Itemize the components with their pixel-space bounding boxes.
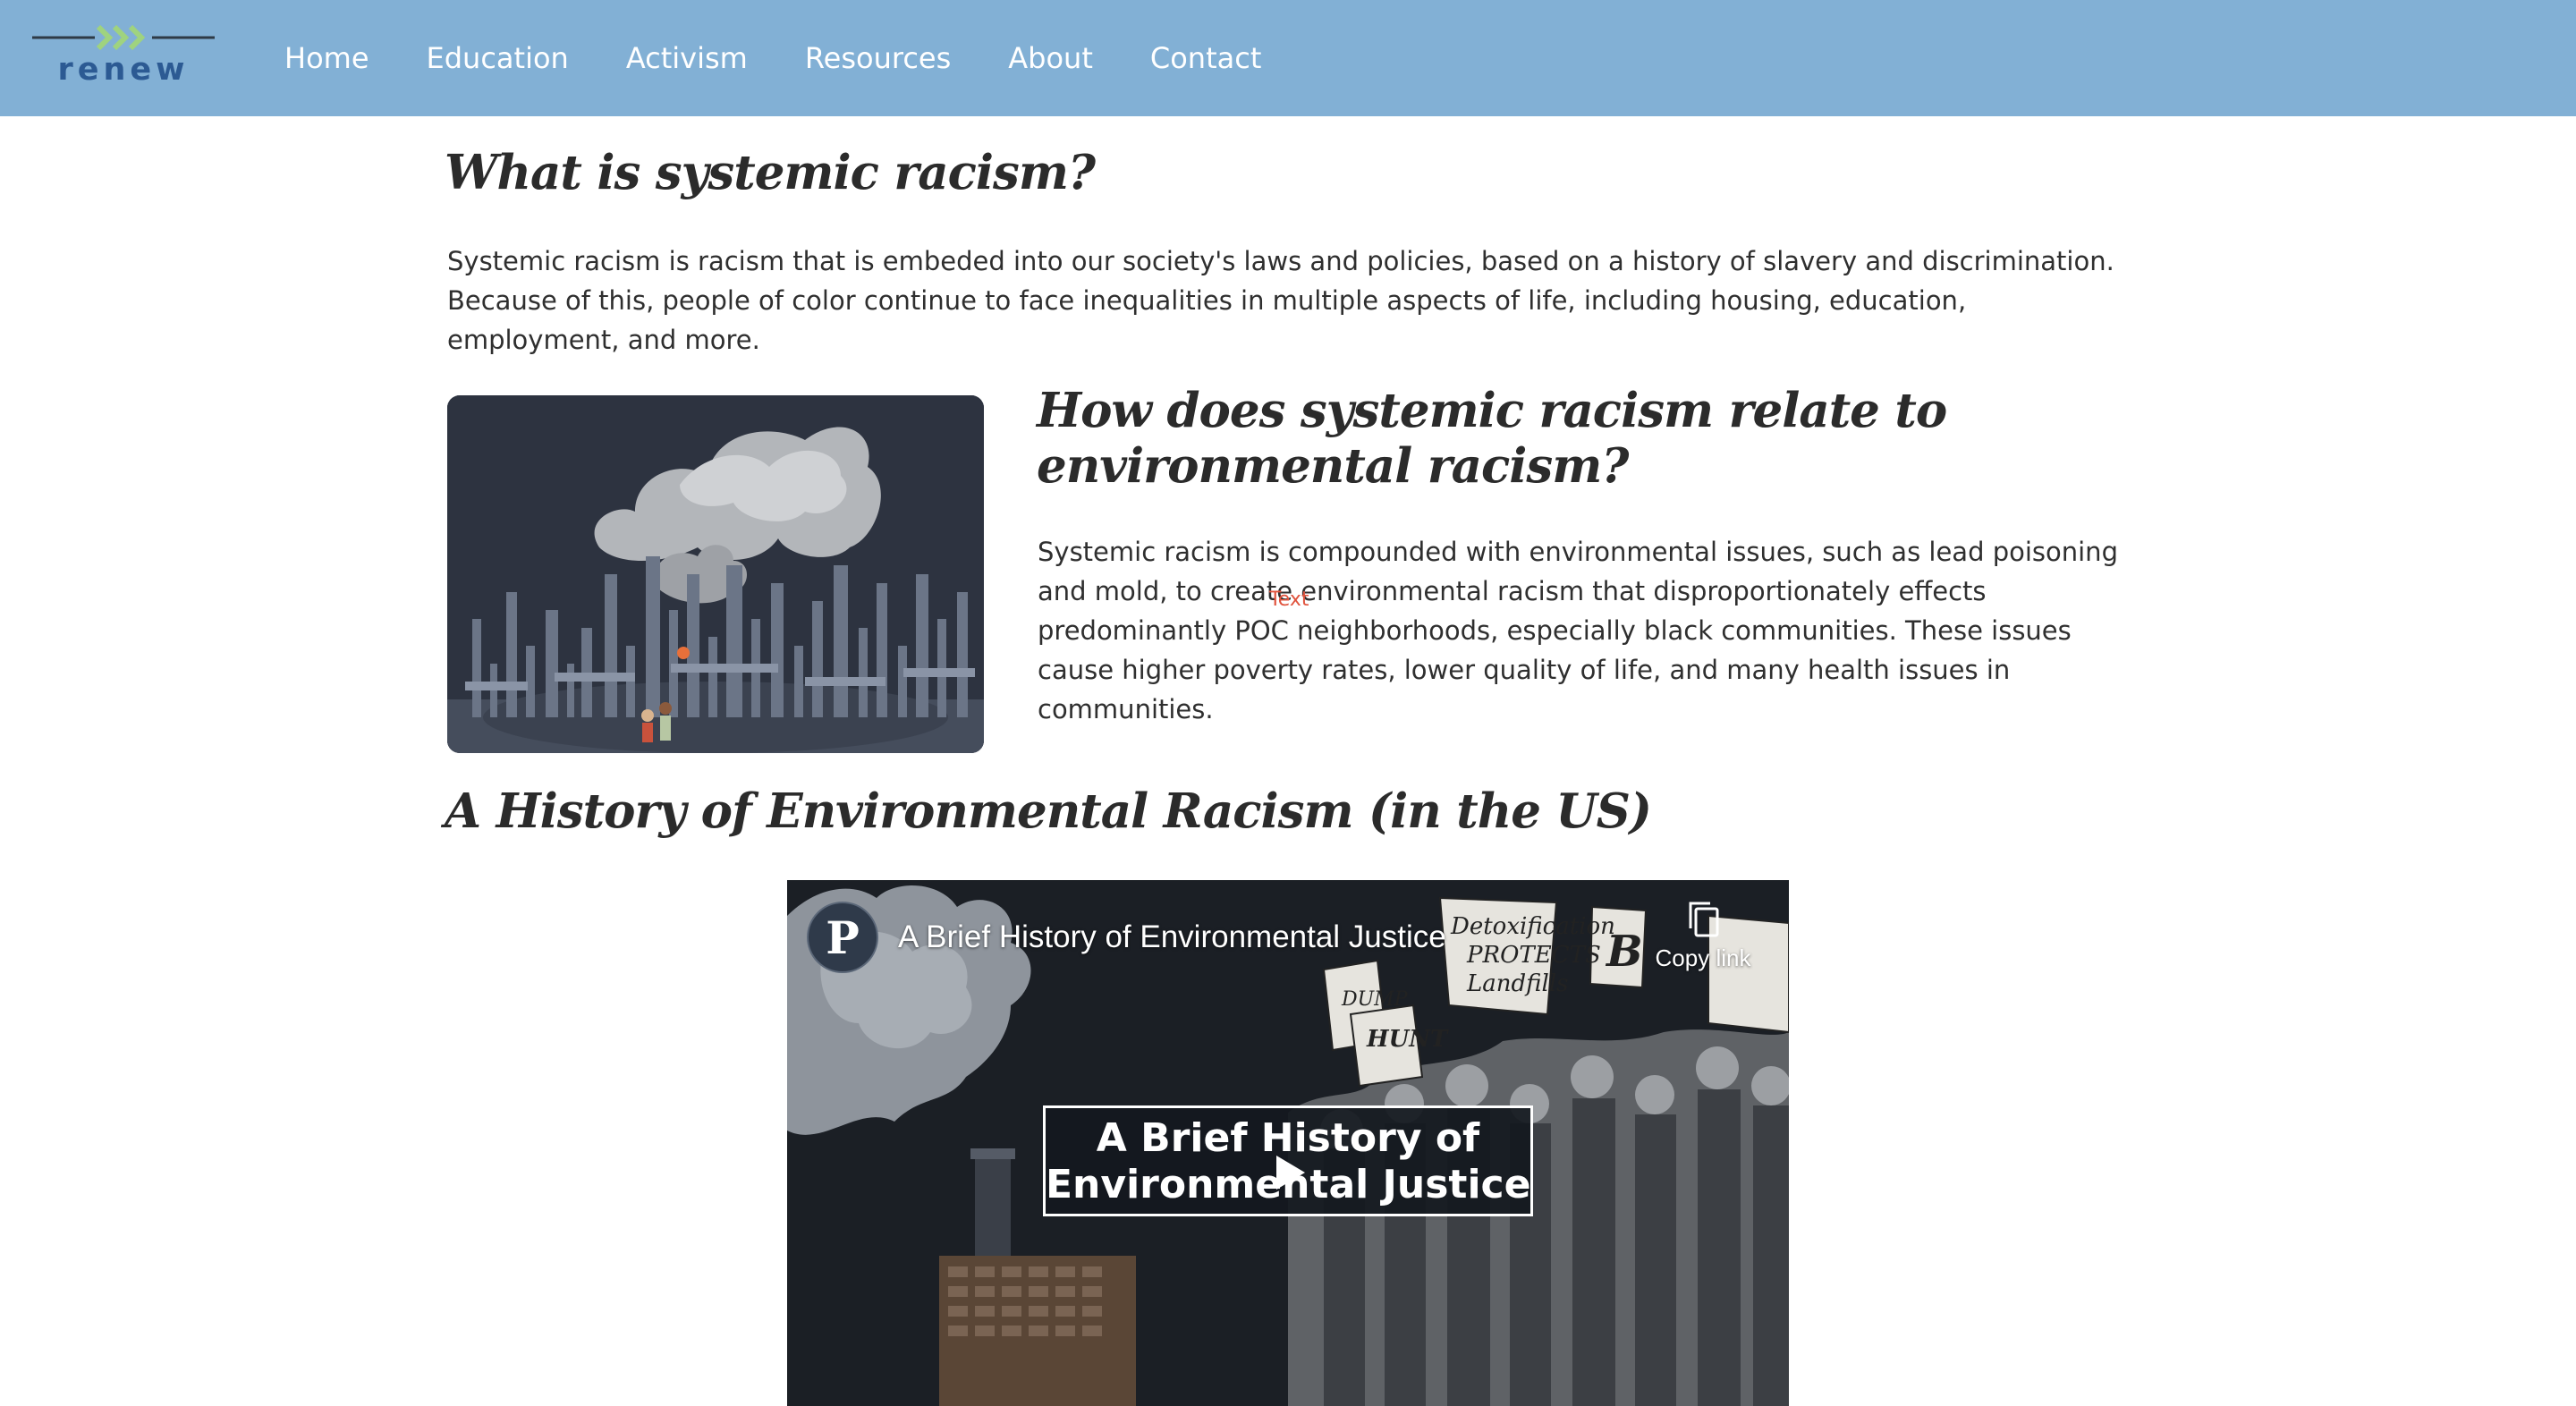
copy-link-button[interactable]: Copy link [1640, 900, 1766, 972]
relate-paragraph: Systemic racism is compounded with envir… [1038, 537, 2118, 724]
nav-about[interactable]: About [1008, 41, 1093, 75]
nav-resources[interactable]: Resources [805, 41, 951, 75]
systemic-racism-paragraph: Systemic racism is racism that is embede… [447, 246, 2114, 355]
sign-text-3: Landfills [1466, 970, 1568, 997]
history-heading: A History of Environmental Racism (in th… [445, 783, 1652, 839]
site-header: renew Home Education Activism Resources … [0, 0, 2576, 116]
copy-icon [1689, 902, 1719, 937]
sign-text-6: HUNT [1366, 1026, 1449, 1053]
nav-activism[interactable]: Activism [626, 41, 748, 75]
chevrons-logo-icon [32, 24, 215, 51]
sign-text-5: DUMP [1341, 988, 1409, 1011]
video-embed[interactable]: Detoxification PROTECTS Landfills B DUMP… [787, 880, 1789, 1406]
nav-home[interactable]: Home [284, 41, 369, 75]
play-icon[interactable] [1239, 1138, 1337, 1207]
logo-wordmark: renew [57, 52, 190, 88]
sign-text-2: PROTECTS [1466, 942, 1601, 969]
sign-text-1: Detoxification [1450, 913, 1615, 940]
nav-contact[interactable]: Contact [1150, 41, 1262, 75]
factory-illustration [447, 395, 984, 753]
main-nav: Home Education Activism Resources About … [284, 0, 1261, 116]
relate-heading: How does systemic racism relate to envir… [1037, 383, 1947, 494]
text-overlay-label: Text [1269, 589, 1309, 611]
sign-text-4: B [1605, 927, 1643, 977]
renew-logo[interactable]: renew [32, 20, 215, 95]
copy-link-label: Copy link [1655, 944, 1751, 971]
channel-avatar[interactable]: P [807, 902, 878, 973]
nav-education[interactable]: Education [427, 41, 569, 75]
video-title[interactable]: A Brief History of Environmental Justice [898, 919, 1446, 955]
systemic-racism-heading: What is systemic racism? [445, 145, 1096, 200]
